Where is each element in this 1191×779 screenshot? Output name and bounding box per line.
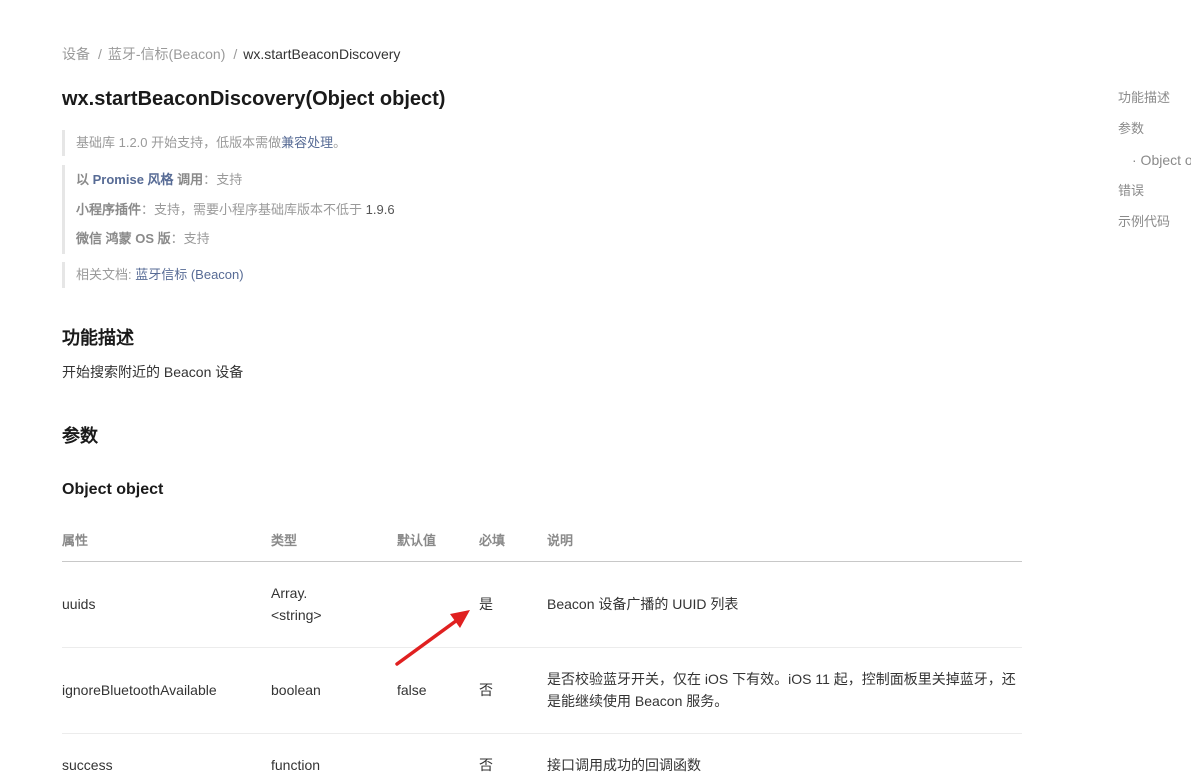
compat-info: 以 Promise 风格 调用：支持 小程序插件：支持，需要小程序基础库版本不低… [62, 165, 395, 254]
cell-required: 否 [479, 647, 547, 734]
compat-colon: ： [170, 231, 184, 246]
header-default: 默认值 [397, 518, 479, 562]
compat-plugin: 小程序插件：支持，需要小程序基础库版本不低于 1.9.6 [76, 195, 395, 225]
params-table: 属性 类型 默认值 必填 说明 uuids Array.<string> 是 B… [62, 518, 1022, 779]
cell-default [397, 733, 479, 779]
object-subtitle: Object object [62, 481, 164, 498]
breadcrumb-current: wx.startBeaconDiscovery [243, 46, 401, 62]
cell-required: 是 [479, 561, 547, 648]
header-desc: 说明 [547, 518, 1022, 562]
cell-desc: 接口调用成功的回调函数 [547, 733, 1022, 779]
table-row: success function 否 接口调用成功的回调函数 [62, 733, 1022, 779]
cell-attr: uuids [62, 561, 271, 648]
cell-desc: 是否校验蓝牙开关，仅在 iOS 下有效。iOS 11 起，控制面板里关掉蓝牙，还… [547, 647, 1022, 734]
breadcrumb-item-beacon[interactable]: 蓝牙-信标(Beacon) [108, 46, 225, 62]
annotation-arrow-icon [395, 610, 470, 666]
toc-item-function[interactable]: 功能描述 [1118, 88, 1191, 119]
compat-handling-link[interactable]: 兼容处理 [281, 135, 333, 150]
cell-desc: Beacon 设备广播的 UUID 列表 [547, 561, 1022, 648]
cell-type: Array.<string> [271, 561, 397, 648]
breadcrumb-item-device[interactable]: 设备 [62, 46, 90, 62]
compat-colon: ： [141, 201, 155, 217]
compat-promise-prefix: 以 [76, 172, 93, 187]
cell-attr: ignoreBluetoothAvailable [62, 647, 271, 734]
compat-promise-label: 调用 [173, 172, 204, 187]
table-row: ignoreBluetoothAvailable boolean false 否… [62, 647, 1022, 734]
cell-required: 否 [479, 733, 547, 779]
compat-plugin-version: 1.9.6 [365, 201, 395, 217]
section-function-title: 功能描述 [62, 328, 134, 348]
function-description: 开始搜索附近的 Beacon 设备 [62, 364, 244, 380]
related-docs: 相关文档: 蓝牙信标 (Beacon) [62, 262, 244, 288]
table-row: uuids Array.<string> 是 Beacon 设备广播的 UUID… [62, 561, 1022, 648]
breadcrumb: 设备 / 蓝牙-信标(Beacon) / wx.startBeaconDiscovery [62, 44, 400, 64]
cell-attr: success [62, 733, 271, 779]
compat-harmony-value: 支持 [183, 231, 210, 246]
header-required: 必填 [479, 518, 547, 562]
cell-type: function [271, 733, 397, 779]
compat-promise: 以 Promise 风格 调用：支持 [76, 165, 395, 195]
support-note-text: 基础库 1.2.0 开始支持，低版本需做 [76, 135, 282, 150]
compat-promise-style: Promise 风格 [92, 172, 174, 187]
compat-harmony-label: 微信 鸿蒙 OS 版 [76, 231, 171, 246]
table-of-contents: 功能描述 参数 · Object object 错误 示例代码 [1118, 88, 1191, 243]
page-title: wx.startBeaconDiscovery(Object object) [62, 88, 446, 110]
compat-plugin-label: 小程序插件 [76, 201, 142, 217]
breadcrumb-separator: / [98, 46, 102, 62]
compat-plugin-value: 支持，需要小程序基础库版本不低于 [154, 201, 366, 217]
breadcrumb-separator: / [233, 46, 238, 62]
support-note-suffix: 。 [333, 135, 347, 150]
section-params-title: 参数 [62, 426, 98, 446]
toc-item-object[interactable]: · Object object [1118, 150, 1191, 181]
compat-promise-value: 支持 [216, 172, 243, 187]
table-header-row: 属性 类型 默认值 必填 说明 [62, 518, 1022, 562]
cell-type: boolean [271, 647, 397, 734]
toc-item-params[interactable]: 参数 [1118, 119, 1191, 150]
support-note: 基础库 1.2.0 开始支持，低版本需做兼容处理。 [62, 130, 346, 156]
related-docs-link[interactable]: 蓝牙信标 (Beacon) [135, 267, 243, 282]
related-docs-label: 相关文档: [76, 267, 136, 282]
compat-colon: ： [203, 172, 217, 187]
header-type: 类型 [271, 518, 397, 562]
header-attr: 属性 [62, 518, 271, 562]
compat-harmony: 微信 鸿蒙 OS 版：支持 [76, 224, 395, 254]
toc-item-errors[interactable]: 错误 [1118, 181, 1191, 212]
toc-item-example[interactable]: 示例代码 [1118, 212, 1191, 243]
